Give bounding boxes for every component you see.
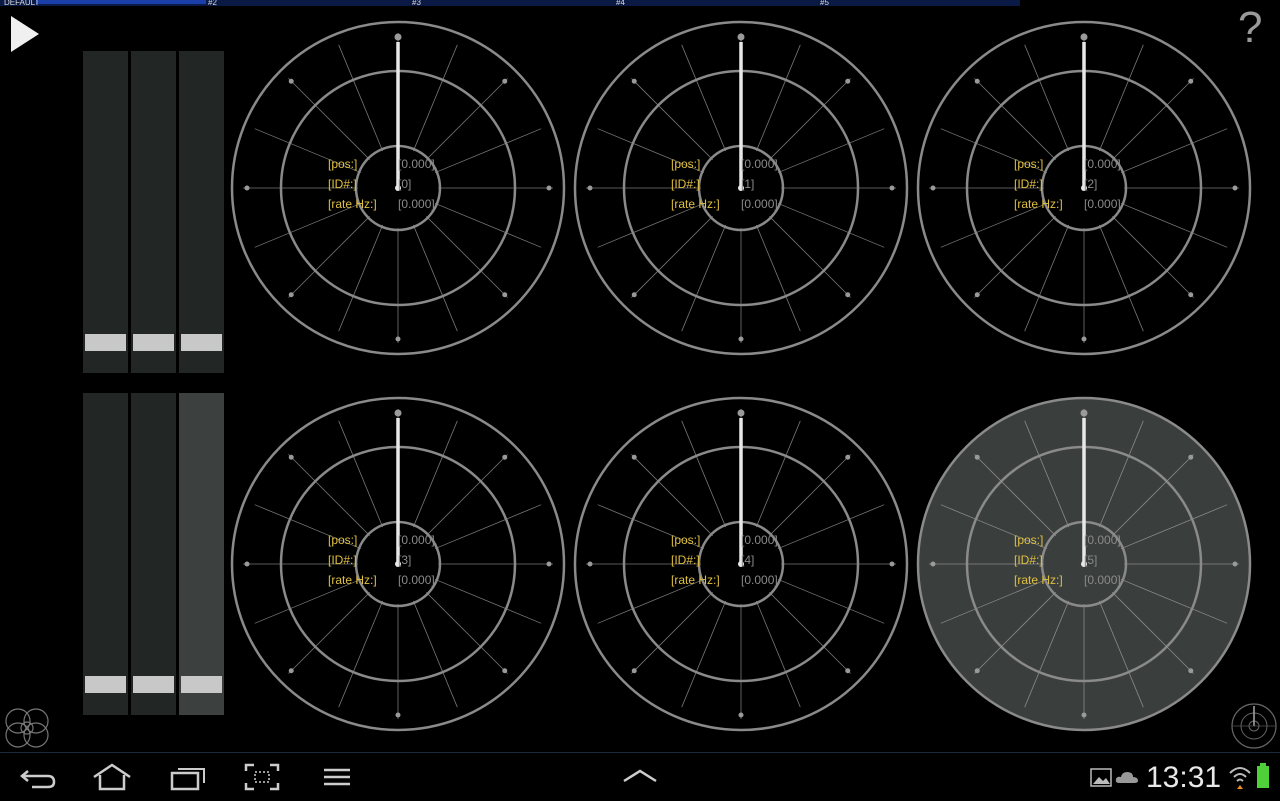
pos-label: [pos:] [328,157,358,171]
mini-dial-icon[interactable] [1228,702,1280,755]
pos-value: [0.000] [741,157,778,171]
rate-value: [0.000] [398,573,435,587]
pos-value: [0.000] [741,533,778,547]
rate-label: [rate Hz:] [671,573,720,587]
dial-2[interactable]: [pos:] [0.000] [ID#:] [2] [rate Hz:] [0.… [914,18,1254,358]
fader-bottom-3[interactable] [179,393,224,715]
dial-3[interactable]: [pos:] [0.000] [ID#:] [3] [rate Hz:] [0.… [228,394,568,734]
recent-apps-icon [170,768,205,791]
tab-4[interactable]: #4 [616,0,625,8]
back-button[interactable] [18,761,62,793]
id-label: [ID#:] [671,177,700,191]
fader-knob[interactable] [133,676,174,694]
fader-knob[interactable] [181,676,222,694]
fader-knob[interactable] [85,676,126,694]
fader-bottom-2[interactable] [131,393,176,715]
pos-label: [pos:] [1014,533,1044,547]
tab-5[interactable]: #5 [820,0,829,8]
gallery-notification-icon[interactable] [1090,767,1114,794]
recent-apps-button[interactable] [166,761,210,793]
menu-button[interactable] [318,761,362,793]
pos-label: [pos:] [328,533,358,547]
rate-value: [0.000] [1084,573,1121,587]
rate-value: [0.000] [741,573,778,587]
fader-top-2[interactable] [131,51,176,373]
up-arrow-icon [623,769,657,783]
id-value: [1] [741,177,755,191]
cloud-notification-icon[interactable] [1114,769,1140,792]
dial-4[interactable]: [pos:] [0.000] [ID#:] [4] [rate Hz:] [0.… [571,394,911,734]
screenshot-icon [244,763,280,791]
battery-icon [1256,763,1270,794]
id-value: [2] [1084,177,1098,191]
pos-value: [0.000] [398,157,435,171]
fader-top-1[interactable] [83,51,128,373]
back-icon [20,770,56,789]
rate-label: [rate Hz:] [671,197,720,211]
pos-value: [0.000] [1084,533,1121,547]
play-button[interactable] [8,14,42,54]
fader-knob[interactable] [133,334,174,352]
id-label: [ID#:] [1014,177,1043,191]
play-icon [11,16,39,52]
dial-5[interactable]: [pos:] [0.000] [ID#:] [5] [rate Hz:] [0.… [914,394,1254,734]
rate-label: [rate Hz:] [1014,573,1063,587]
home-button[interactable] [90,761,134,793]
pos-label: [pos:] [1014,157,1044,171]
pos-value: [0.000] [398,533,435,547]
screenshot-button[interactable] [242,761,286,793]
id-value: [4] [741,553,755,567]
tab-2[interactable]: #2 [208,0,217,8]
pos-value: [0.000] [1084,157,1121,171]
tab-3[interactable]: #3 [412,0,421,8]
id-value: [3] [398,553,412,567]
fader-bottom-1[interactable] [83,393,128,715]
tab-default-indicator [36,0,206,4]
id-label: [ID#:] [328,553,357,567]
id-label: [ID#:] [1014,553,1043,567]
id-value: [5] [1084,553,1098,567]
rate-label: [rate Hz:] [328,573,377,587]
menu-icon [324,768,350,786]
status-clock: 13:31 [1146,761,1222,794]
fader-group-bottom [83,393,225,715]
rate-value: [0.000] [741,197,778,211]
circles-logo-icon[interactable] [2,703,54,756]
home-icon [93,763,131,791]
preset-tab-strip: DEFAULT #2 #3 #4 #5 [0,0,1020,8]
fader-knob[interactable] [181,334,222,352]
id-label: [ID#:] [671,553,700,567]
rate-label: [rate Hz:] [1014,197,1063,211]
app-drawer-button[interactable] [618,761,662,793]
system-navigation-bar: 13:31 [0,752,1280,801]
tab-default[interactable]: DEFAULT [4,0,39,8]
fader-top-3[interactable] [179,51,224,373]
pos-label: [pos:] [671,157,701,171]
rate-value: [0.000] [1084,197,1121,211]
id-label: [ID#:] [328,177,357,191]
dial-1[interactable]: [pos:] [0.000] [ID#:] [1] [rate Hz:] [0.… [571,18,911,358]
fader-knob[interactable] [85,334,126,352]
id-value: [0] [398,177,412,191]
pos-label: [pos:] [671,533,701,547]
dial-0[interactable]: [pos:] [0.000] [ID#:] [0] [rate Hz:] [0.… [228,18,568,358]
rate-value: [0.000] [398,197,435,211]
fader-group-top [83,51,225,373]
rate-label: [rate Hz:] [328,197,377,211]
wifi-icon [1228,763,1252,796]
